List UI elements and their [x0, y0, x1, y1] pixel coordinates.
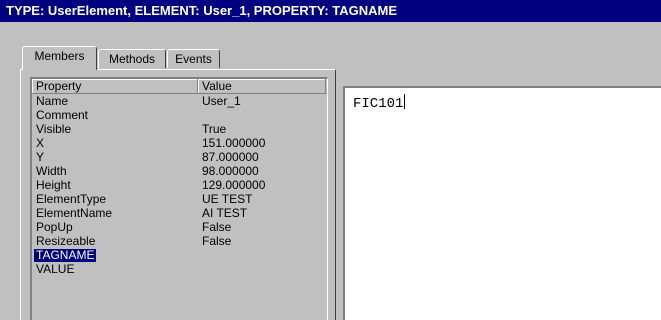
grid-row-popup[interactable]: PopUp False	[32, 221, 326, 234]
grid-row-name[interactable]: Name User_1	[32, 95, 326, 108]
property-cell: ElementName	[36, 206, 113, 220]
property-cell: Y	[36, 150, 45, 164]
property-cell: Width	[36, 164, 67, 178]
grid-row-comment[interactable]: Comment	[32, 109, 326, 122]
value-cell: 151.000000	[202, 136, 266, 150]
grid-row-resizeable[interactable]: Resizeable False	[32, 235, 326, 248]
editor-text: FIC101	[353, 96, 404, 112]
property-value-editor[interactable]: FIC101	[343, 86, 661, 320]
grid-row-width[interactable]: Width 98.000000	[32, 165, 326, 178]
grid-row-value[interactable]: VALUE	[32, 263, 326, 276]
property-cell: Resizeable	[36, 234, 96, 248]
property-cell: Name	[36, 94, 69, 108]
grid-row-y[interactable]: Y 87.000000	[32, 151, 326, 164]
column-header-property[interactable]: Property	[32, 79, 198, 94]
property-grid[interactable]: Property Value Name User_1 Comment Visib…	[30, 77, 328, 320]
grid-row-elementname[interactable]: ElementName AI TEST	[32, 207, 326, 220]
value-cell: 98.000000	[202, 164, 259, 178]
property-cell: PopUp	[36, 220, 73, 234]
value-cell: True	[202, 122, 227, 136]
grid-row-elementtype[interactable]: ElementType UE TEST	[32, 193, 326, 206]
tab-methods[interactable]: Methods	[98, 49, 166, 68]
property-cell-selected: TAGNAME	[34, 248, 97, 262]
value-cell: False	[202, 234, 232, 248]
property-cell: ElementType	[36, 192, 107, 206]
editor-text-line: FIC101	[353, 94, 406, 112]
window-title-bar: TYPE: UserElement, ELEMENT: User_1, PROP…	[0, 0, 661, 22]
grid-row-x[interactable]: X 151.000000	[32, 137, 326, 150]
grid-row-tagname[interactable]: TAGNAME	[32, 249, 326, 262]
value-cell: AI TEST	[202, 206, 248, 220]
grid-row-height[interactable]: Height 129.000000	[32, 179, 326, 192]
property-cell: Visible	[36, 122, 72, 136]
text-caret	[404, 94, 406, 109]
column-header-value[interactable]: Value	[198, 79, 326, 94]
property-cell: VALUE	[36, 262, 75, 276]
property-cell: Height	[36, 178, 71, 192]
value-cell: 129.000000	[202, 178, 266, 192]
property-cell: Comment	[36, 108, 89, 122]
grid-row-visible[interactable]: Visible True	[32, 123, 326, 136]
window-title: TYPE: UserElement, ELEMENT: User_1, PROP…	[6, 3, 398, 18]
value-cell: False	[202, 220, 232, 234]
value-cell: User_1	[202, 94, 241, 108]
tab-members[interactable]: Members	[22, 46, 97, 70]
value-cell: 87.000000	[202, 150, 259, 164]
property-cell: X	[36, 136, 45, 150]
tab-events[interactable]: Events	[167, 49, 220, 68]
value-cell: UE TEST	[202, 192, 253, 206]
